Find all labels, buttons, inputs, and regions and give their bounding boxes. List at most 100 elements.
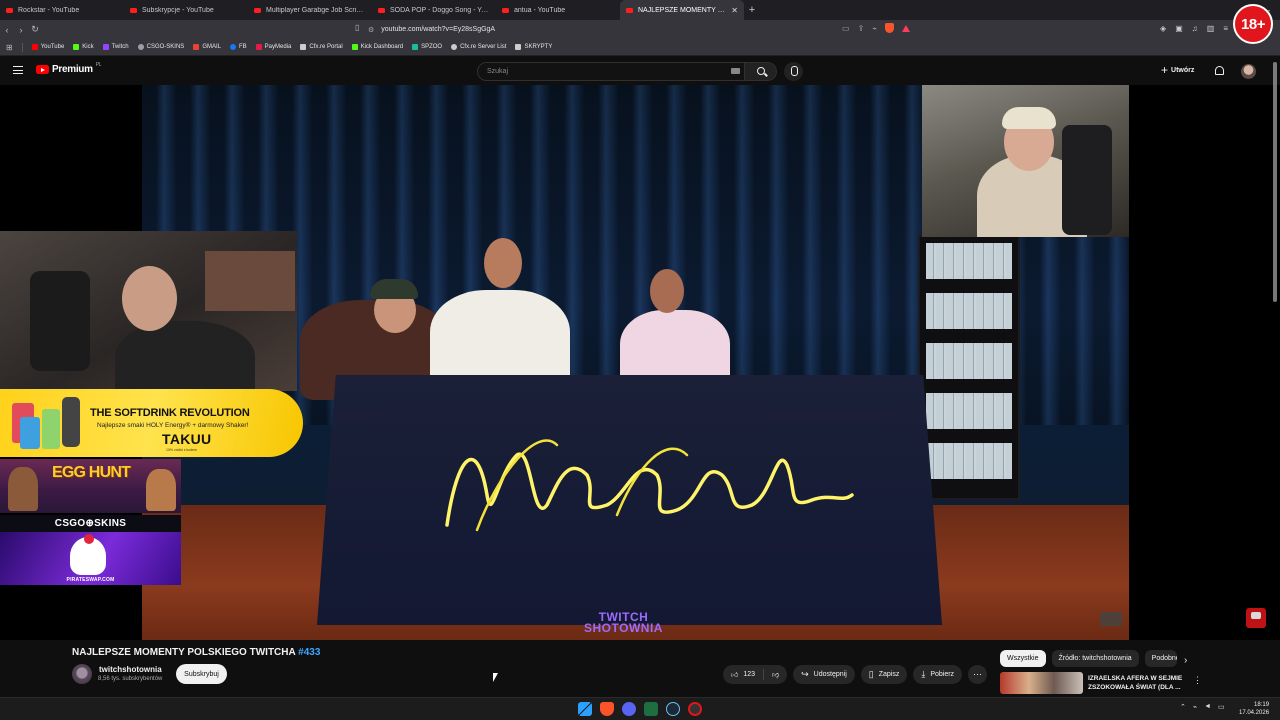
- notifications-bell-icon[interactable]: [1215, 66, 1224, 75]
- chip-all[interactable]: Wszystkie: [1000, 650, 1046, 667]
- bookmark-item[interactable]: FB: [230, 44, 247, 50]
- forward-icon[interactable]: ›: [14, 25, 28, 35]
- volume-icon[interactable]: ◄: [1204, 703, 1211, 711]
- youtube-favicon-icon: [6, 7, 13, 13]
- cap: [370, 279, 418, 299]
- share-arrow-icon: ↪: [801, 669, 809, 679]
- bookmark-icon[interactable]: ▯: [355, 23, 359, 32]
- channel-avatar[interactable]: [72, 664, 92, 684]
- browser-tab[interactable]: Rockstar - YouTube: [0, 0, 124, 20]
- wallet-icon[interactable]: ▣: [1175, 24, 1183, 33]
- bookmark-favicon-icon: [255, 44, 262, 50]
- bookmark-favicon-icon: [451, 44, 458, 50]
- back-icon[interactable]: ‹: [0, 25, 14, 35]
- account-avatar[interactable]: [1241, 64, 1256, 79]
- youtube-overlay-icon: [1246, 608, 1266, 628]
- browser-tab-active[interactable]: NAJLEPSZE MOMENTY POLSKI✕: [620, 0, 744, 20]
- save-button[interactable]: ▯ Zapisz: [860, 665, 908, 684]
- steam-icon[interactable]: [666, 702, 680, 716]
- youtube-favicon-icon: [626, 7, 633, 13]
- related-video-thumbnail[interactable]: [1000, 672, 1083, 694]
- chevron-right-icon[interactable]: ›: [1184, 655, 1187, 666]
- site-info-icon[interactable]: ⚙: [368, 26, 374, 34]
- menu-icon[interactable]: ≡: [1223, 24, 1228, 33]
- related-video-item[interactable]: IZRAELSKA AFERA W SEJMIE ZSZOKOWAŁA ŚWIA…: [1000, 672, 1183, 694]
- translate-icon[interactable]: ⌁: [872, 24, 877, 33]
- bookmark-item[interactable]: Kick Dashboard: [351, 44, 403, 50]
- dislike-button[interactable]: 👎︎: [764, 665, 787, 684]
- video-title: NAJLEPSZE MOMENTY POLSKIEGO TWITCHA #433: [72, 647, 321, 658]
- channel-name[interactable]: twitchshotownia: [99, 665, 162, 674]
- brave-shield-icon[interactable]: [885, 23, 895, 33]
- url-field[interactable]: ⚙ youtube.com/watch?v=Ey28sSgGgA: [368, 22, 908, 37]
- new-tab-button[interactable]: +: [744, 4, 760, 16]
- voice-search-mic-icon[interactable]: [784, 62, 803, 81]
- create-button[interactable]: + Utwórz: [1161, 64, 1194, 76]
- tray-chevron-icon[interactable]: ⌃: [1180, 703, 1186, 711]
- cast-icon[interactable]: ▭: [842, 24, 850, 33]
- battery-icon[interactable]: ▭: [1218, 703, 1225, 711]
- like-dislike-group: 👍︎ 123 👎︎: [723, 665, 788, 684]
- hashtag-link[interactable]: #433: [298, 647, 320, 658]
- kebab-menu-icon[interactable]: ⋮: [1193, 675, 1202, 686]
- search-icon[interactable]: [757, 67, 765, 75]
- related-video-title[interactable]: IZRAELSKA AFERA W SEJMIE ZSZOKOWAŁA ŚWIA…: [1088, 674, 1183, 692]
- folder-icon: [515, 44, 522, 50]
- sidebar-icon[interactable]: ▥: [1207, 24, 1215, 33]
- page-scrollbar[interactable]: [1273, 62, 1277, 302]
- youtube-premium-logo[interactable]: Premium PL: [36, 62, 102, 75]
- hamburger-menu-icon[interactable]: [13, 66, 23, 74]
- share-icon[interactable]: ⇪: [858, 24, 865, 33]
- host-right-head: [650, 269, 684, 313]
- spreadsheet-icon[interactable]: [644, 702, 658, 716]
- apps-grid-icon[interactable]: ⊞: [6, 43, 13, 52]
- bookmarks-bar: ⊞ YouTube Kick Twitch CSGO-SKINS GMAIL F…: [0, 39, 1280, 56]
- download-button[interactable]: ⤓ Pobierz: [913, 665, 963, 684]
- related-filter-chips: Wszystkie Źródło: twitchshotownia Podobn…: [1000, 650, 1177, 667]
- youtube-favicon-icon: [254, 7, 261, 13]
- network-icon[interactable]: ⌁: [1193, 703, 1197, 711]
- search-input[interactable]: Szukaj: [477, 62, 745, 81]
- chip-from-channel[interactable]: Źródło: twitchshotownia: [1051, 650, 1139, 667]
- close-tab-icon[interactable]: ✕: [731, 6, 738, 15]
- brave-rewards-icon[interactable]: [902, 24, 911, 32]
- browser-tab[interactable]: SODA POP - Doggo Song - YouTube: [372, 0, 496, 20]
- brave-browser-icon[interactable]: [600, 702, 614, 716]
- discord-icon[interactable]: [622, 702, 636, 716]
- drinks-fridge: [918, 235, 1020, 500]
- bookmark-save-icon: ▯: [868, 669, 874, 679]
- bookmark-item[interactable]: GMAIL: [193, 44, 221, 50]
- chip-similar[interactable]: Podobne: [1144, 650, 1177, 667]
- browser-tab-bar: Rockstar - YouTube Subskrypcje - YouTube…: [0, 0, 1280, 20]
- subscribe-button[interactable]: Subskrybuj: [176, 664, 227, 684]
- download-icon: ⤓: [921, 669, 926, 679]
- bookmark-item[interactable]: Twitch: [102, 44, 129, 50]
- like-button[interactable]: 👍︎ 123: [723, 665, 763, 684]
- browser-tab[interactable]: Multiplayer Garabge Job Script + Mi: [248, 0, 372, 20]
- bookmark-item[interactable]: YouTube: [31, 44, 64, 50]
- taskbar-clock[interactable]: 18:19 17.04.2026: [1239, 701, 1269, 717]
- neon-logo: [445, 439, 854, 532]
- bookmark-favicon-icon: [73, 44, 80, 50]
- bookmark-item[interactable]: CSGO-SKINS: [137, 44, 184, 50]
- bookmark-item[interactable]: Cfx.re Portal: [300, 44, 343, 50]
- app-launcher-icon[interactable]: [688, 702, 702, 716]
- mouse-cursor-icon: [493, 673, 498, 682]
- extension-icon[interactable]: ◈: [1160, 24, 1166, 33]
- bookmark-item[interactable]: PayMedia: [255, 44, 291, 50]
- reload-icon[interactable]: ↻: [28, 24, 42, 35]
- bookmark-favicon-icon: [31, 44, 38, 50]
- share-button[interactable]: ↪ Udostępnij: [793, 665, 855, 684]
- music-icon[interactable]: ♫: [1192, 24, 1198, 33]
- bookmark-item[interactable]: SPZOO: [412, 44, 442, 50]
- keyboard-icon[interactable]: [731, 68, 740, 74]
- browser-tab[interactable]: antua - YouTube: [496, 0, 620, 20]
- bookmark-item[interactable]: Kick: [73, 44, 94, 50]
- video-player[interactable]: TWITCH SHOTOWNIA THE SOFTDRINK REVOLUTIO…: [0, 85, 1280, 640]
- browser-tab[interactable]: Subskrypcje - YouTube: [124, 0, 248, 20]
- bookmark-item[interactable]: SKRYPTY: [515, 44, 552, 50]
- more-actions-icon[interactable]: ⋯: [968, 665, 988, 684]
- windows-start-icon[interactable]: [578, 702, 592, 716]
- bookmark-item[interactable]: Cfx.re Server List: [451, 44, 506, 50]
- address-bar-actions: ▭ ⇪ ⌁: [842, 23, 911, 33]
